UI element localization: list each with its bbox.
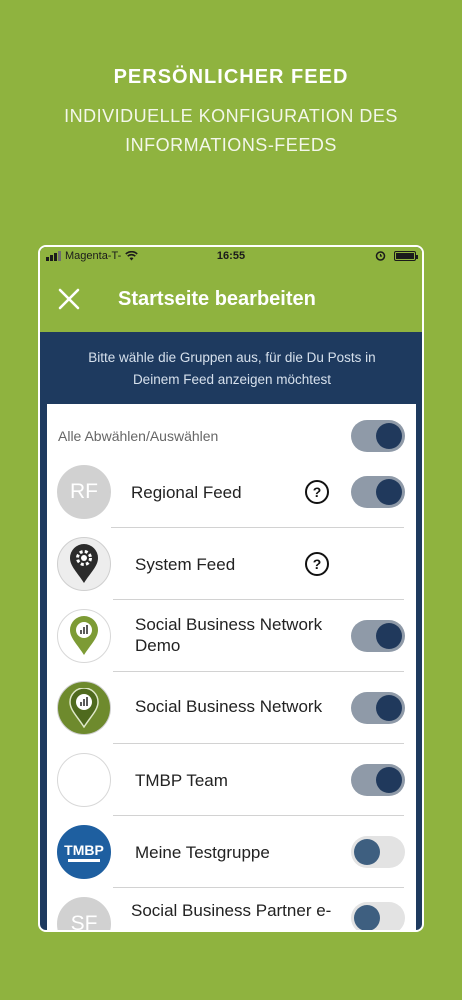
app-bar: Startseite bearbeiten [40, 266, 422, 332]
page-title: Startseite bearbeiten [118, 287, 316, 310]
avatar [57, 609, 111, 663]
intro-text: Bitte wähle die Gruppen aus, für die Du … [60, 347, 404, 391]
alarm-icon [375, 251, 386, 261]
avatar [57, 537, 111, 591]
status-bar: Magenta-T- 16:55 [40, 247, 422, 266]
promo-subtitle: INDIVIDUELLE KONFIGURATION DES INFORMATI… [20, 102, 442, 160]
list-item[interactable]: System Feed ? [47, 528, 416, 600]
gear-pin-icon [70, 544, 98, 583]
avatar: SF [57, 897, 111, 932]
group-name: Social Business Partner e- [131, 901, 332, 920]
group-name: Social Business Network [135, 697, 323, 716]
group-name: Meine Testgruppe [135, 843, 270, 862]
group-toggle[interactable] [351, 902, 405, 930]
phone-screen: Magenta-T- 16:55 Startseite bearbeiten B… [38, 245, 424, 932]
promo-subtitle-line1: INDIVIDUELLE KONFIGURATION DES [64, 106, 398, 126]
group-toggle[interactable] [351, 764, 405, 796]
list-item[interactable]: Social Business Network [47, 672, 416, 744]
help-icon: ? [312, 556, 322, 572]
map-pin-chart-icon [69, 688, 99, 728]
map-pin-chart-icon [70, 616, 98, 655]
list-item[interactable]: TMBP Meine Testgruppe [47, 816, 416, 888]
close-icon [58, 288, 80, 310]
list-item[interactable]: Social Business Network Demo [47, 600, 416, 672]
group-name: TMBP Team [135, 771, 228, 790]
help-button[interactable]: ? [305, 552, 329, 576]
avatar: TMBP [57, 825, 111, 879]
select-all-row: Alle Abwählen/Auswählen [47, 416, 416, 454]
battery-icon [394, 250, 418, 261]
group-toggle[interactable] [351, 620, 405, 652]
intro-line2: Deinem Feed anzeigen möchtest [132, 372, 332, 387]
avatar [57, 681, 111, 735]
list-item[interactable]: SF Social Business Partner e- [47, 888, 416, 932]
avatar-initials: RF [70, 480, 98, 503]
group-toggle[interactable] [351, 692, 405, 724]
avatar-initials: SF [70, 912, 98, 932]
group-toggle[interactable] [351, 476, 405, 508]
intro-line1: Bitte wähle die Gruppen aus, für die Du … [88, 350, 376, 365]
group-name: Social Business Network Demo [135, 615, 323, 655]
help-button[interactable]: ? [305, 480, 329, 504]
promo-subtitle-line2: INFORMATIONS-FEEDS [125, 135, 337, 155]
clock: 16:55 [216, 250, 246, 262]
select-all-label: Alle Abwählen/Auswählen [58, 428, 219, 444]
close-button[interactable] [40, 266, 98, 332]
list-item[interactable]: RF Regional Feed ? [47, 456, 416, 528]
list-item[interactable]: TMBP Team [47, 744, 416, 816]
group-toggle[interactable] [351, 836, 405, 868]
select-all-toggle[interactable] [351, 420, 405, 452]
logo-underline [68, 858, 100, 862]
help-icon: ? [312, 484, 322, 500]
avatar-logo-text: TMBP [64, 841, 104, 858]
group-list: Alle Abwählen/Auswählen RF Regional Feed… [47, 404, 416, 932]
avatar [57, 753, 111, 807]
avatar: RF [57, 465, 111, 519]
promo-title: PERSÖNLICHER FEED [113, 66, 349, 88]
